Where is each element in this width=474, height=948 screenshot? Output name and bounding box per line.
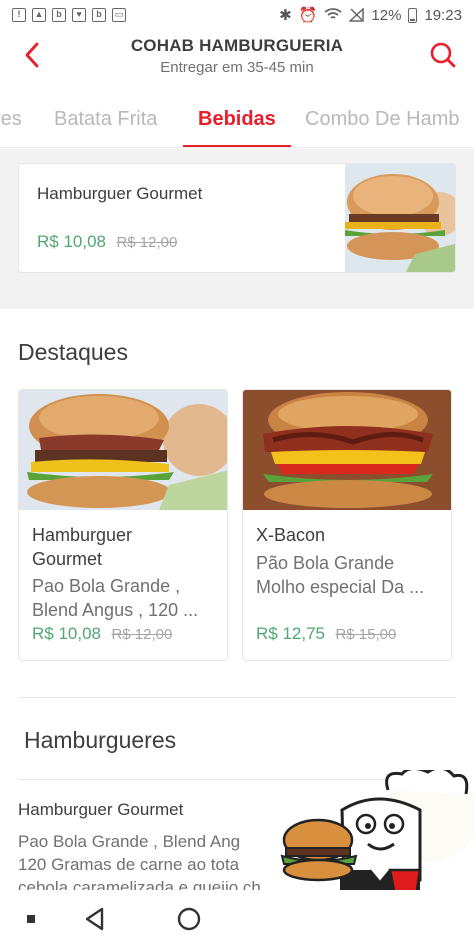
product-description: Pao Bola Grande , Blend Ang 120 Gramas d… — [18, 832, 261, 890]
promo-product-card[interactable]: Hamburguer Gourmet R$ 10,08 R$ 12,00 — [18, 163, 456, 273]
featured-product-card[interactable]: X-Bacon Pão Bola Grande Molho especial D… — [242, 389, 452, 661]
product-old-price: R$ 12,00 — [111, 626, 173, 643]
product-price: R$ 10,08 — [32, 624, 101, 643]
delivery-time: Entregar em 35-45 min — [160, 59, 314, 76]
product-prices: R$ 12,75 R$ 15,00 — [256, 624, 396, 644]
alarm-icon: ⏰ — [298, 7, 318, 24]
product-old-price: R$ 12,00 — [116, 234, 178, 251]
system-icons: ✱ ⏰ 12% 19:23 — [279, 6, 462, 25]
home-nav-icon[interactable] — [176, 906, 202, 932]
section-title-hamburgueres: Hamburgueres — [24, 727, 177, 753]
back-nav-icon[interactable] — [82, 906, 108, 932]
tab-bebidas[interactable]: Bebidas — [198, 108, 276, 131]
recent-dot-icon[interactable] — [24, 912, 38, 926]
restaurant-name: COHAB HAMBURGUERIA — [130, 36, 344, 55]
divider — [18, 697, 456, 698]
product-name: X-Bacon — [256, 525, 326, 545]
product-prices: R$ 10,08 R$ 12,00 — [37, 232, 177, 252]
product-prices: R$ 10,08 R$ 12,00 — [32, 624, 172, 644]
product-description: Pao Bola Grande , Blend Angus , 120 ... — [32, 576, 199, 620]
promo-section: Hamburguer Gourmet R$ 10,08 R$ 12,00 — [0, 149, 474, 309]
app-icon: b — [92, 8, 106, 22]
signal-icon — [349, 8, 365, 22]
battery-percent: 12% — [371, 6, 402, 24]
tab-combo[interactable]: Combo De Hamb — [305, 108, 460, 131]
category-tabs: res Batata Frita Bebidas Combo De Hamb — [0, 96, 474, 148]
product-description: Pão Bola Grande Molho especial Da ... — [256, 553, 425, 597]
notification-icons: ! ▲ b ♥ b ▭ — [12, 8, 126, 22]
product-name: Hamburguer Gourmet — [37, 184, 203, 203]
search-button[interactable] — [426, 38, 460, 72]
product-old-price: R$ 15,00 — [335, 626, 397, 643]
product-price: R$ 12,75 — [256, 624, 325, 643]
alert-icon: ! — [12, 8, 26, 22]
bluetooth-icon: ✱ — [279, 7, 292, 24]
status-bar: ! ▲ b ♥ b ▭ ✱ ⏰ 12% 19:23 — [0, 0, 474, 30]
featured-product-card[interactable]: Hamburguer Gourmet Pao Bola Grande , Ble… — [18, 389, 228, 661]
burger-photo — [19, 390, 227, 510]
wifi-icon — [324, 8, 342, 19]
clock: 19:23 — [424, 6, 462, 24]
app-icon: b — [52, 8, 66, 22]
tab-lanches[interactable]: res — [0, 108, 22, 131]
calendar-icon: ▭ — [112, 8, 126, 22]
app-header: COHAB HAMBURGUERIA Entregar em 35-45 min — [0, 30, 474, 86]
section-title-destaques: Destaques — [18, 339, 128, 365]
battery-icon — [408, 7, 418, 23]
product-name: Hamburguer Gourmet — [18, 800, 184, 819]
burger-photo — [345, 164, 455, 272]
system-navigation-bar — [0, 890, 474, 948]
app-icon: ♥ — [72, 8, 86, 22]
burger-photo — [243, 390, 451, 510]
active-tab-indicator — [183, 145, 291, 147]
image-icon: ▲ — [32, 8, 46, 22]
tab-batata-frita[interactable]: Batata Frita — [54, 108, 157, 131]
product-price: R$ 10,08 — [37, 232, 106, 251]
product-name: Hamburguer Gourmet — [32, 525, 133, 569]
search-icon — [430, 42, 456, 68]
